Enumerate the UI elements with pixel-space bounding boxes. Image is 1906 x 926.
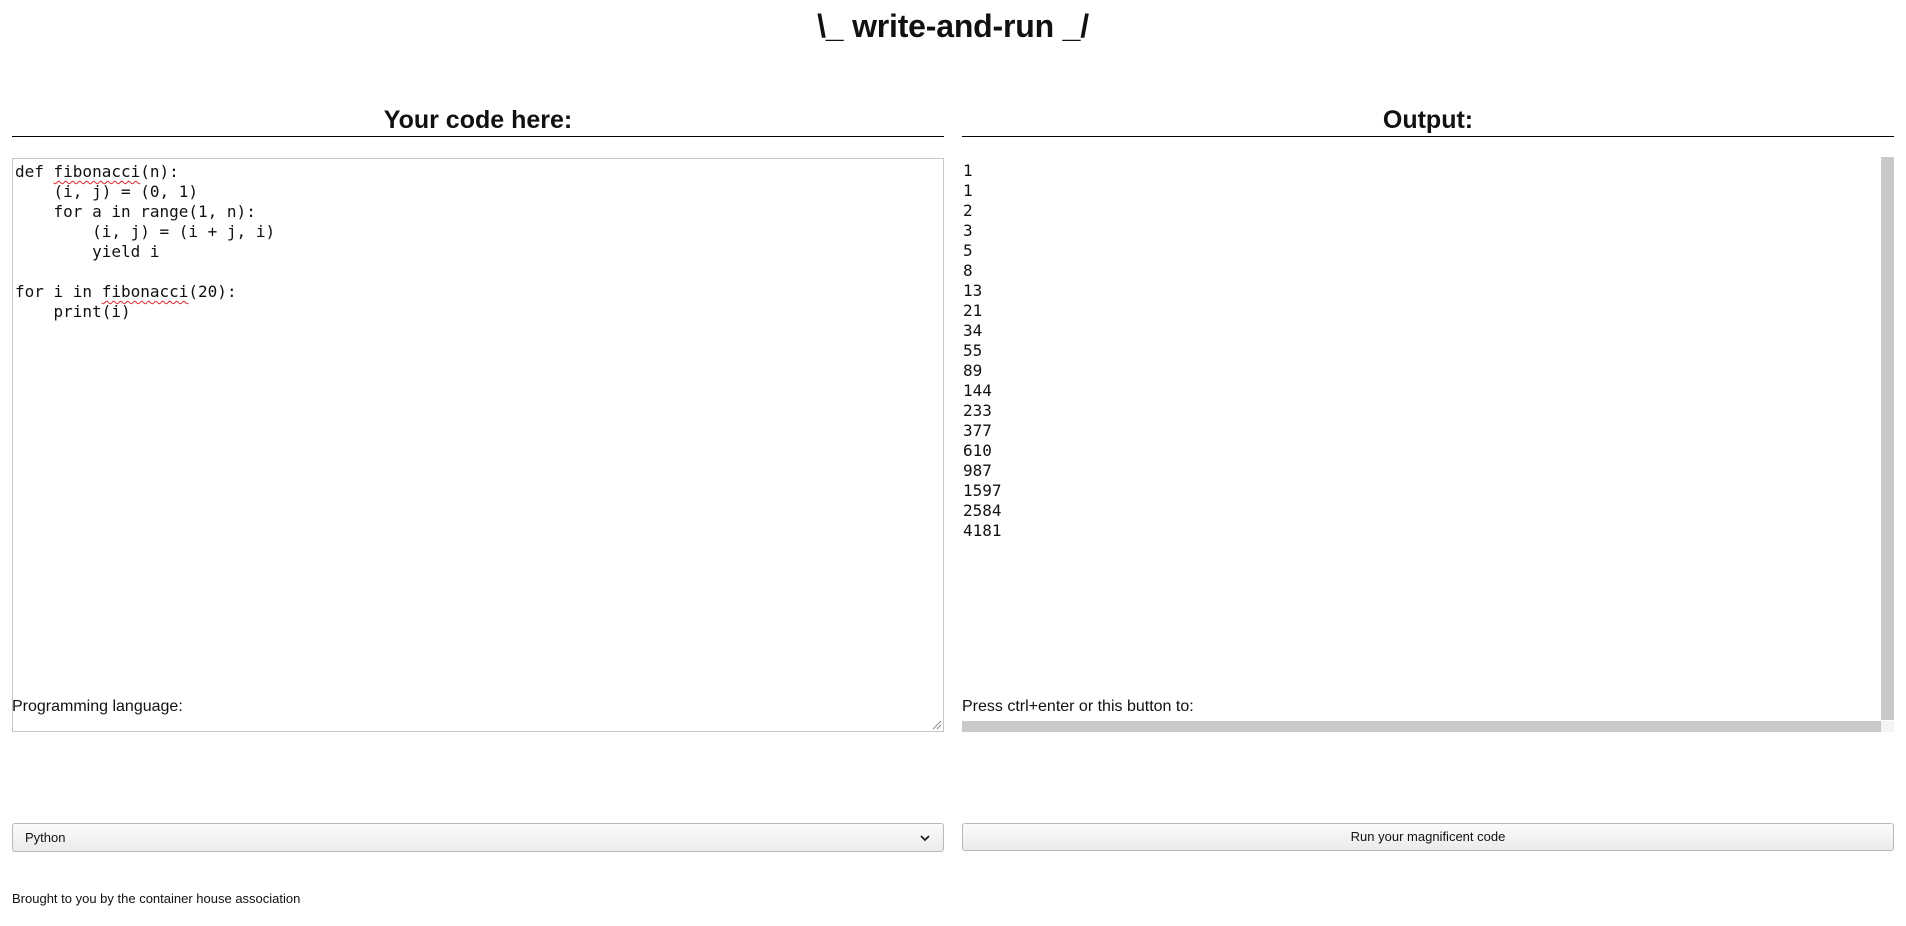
code-line: print(i) <box>15 302 941 322</box>
code-token: (20): <box>188 282 237 301</box>
code-column: Your code here: def fibonacci(n): (i, j)… <box>12 104 944 732</box>
code-token: (n): <box>140 162 179 181</box>
horizontal-scrollbar-thumb[interactable] <box>962 721 1881 732</box>
output-line: 5 <box>963 241 973 260</box>
output-line: 2584 <box>963 501 1002 520</box>
vertical-scrollbar-thumb[interactable] <box>1881 157 1894 720</box>
output-line: 3 <box>963 221 973 240</box>
output-line: 4181 <box>963 521 1002 540</box>
code-token: (i, j) = (i + j, i) <box>15 222 276 241</box>
output-line: 89 <box>963 361 983 380</box>
code-editor[interactable]: def fibonacci(n): (i, j) = (0, 1) for a … <box>12 158 944 732</box>
misspelled-token: fibonacci <box>53 162 141 181</box>
code-line: yield i <box>15 242 941 262</box>
output-line: 610 <box>963 441 992 460</box>
code-token: for i in <box>15 282 102 301</box>
vertical-scrollbar[interactable] <box>1881 157 1894 720</box>
site-title: \_ write-and-run _/ <box>817 8 1089 44</box>
output-line: 987 <box>963 461 992 480</box>
output-line: 13 <box>963 281 983 300</box>
output-line: 1 <box>963 181 973 200</box>
output-panel: 1 1 2 3 5 8 13 21 34 55 89 144 233 377 610 987 1597 2584 4… <box>962 157 1894 732</box>
code-line: def fibonacci(n): <box>15 162 941 182</box>
code-token: (i, j) = (0, 1) <box>15 182 199 201</box>
resize-grip-icon[interactable] <box>930 718 942 730</box>
code-token: yield i <box>15 242 160 261</box>
code-line: for i in fibonacci(20): <box>15 282 941 302</box>
run-button[interactable]: Run your magnificent code <box>962 823 1894 851</box>
output-line: 34 <box>963 321 983 340</box>
language-label: Programming language: <box>12 698 183 715</box>
output-line: 233 <box>963 401 992 420</box>
output-line: 144 <box>963 381 992 400</box>
code-line: (i, j) = (0, 1) <box>15 182 941 202</box>
language-select[interactable]: Python <box>12 823 944 852</box>
code-token: for a in range(1, n): <box>15 202 256 221</box>
horizontal-scrollbar[interactable] <box>962 721 1881 732</box>
run-hint-label: Press ctrl+enter or this button to: <box>962 698 1194 715</box>
output-line: 8 <box>963 261 973 280</box>
chevron-down-icon <box>920 835 930 842</box>
misspelled-token: fibonacci <box>101 282 189 301</box>
output-column: Output: 1 1 2 3 5 8 13 21 34 55 89 144 233 377 610 987 1… <box>962 104 1894 732</box>
code-token: def <box>15 162 54 181</box>
output-line: 21 <box>963 301 983 320</box>
output-line: 55 <box>963 341 983 360</box>
code-line: for a in range(1, n): <box>15 202 941 222</box>
output-list: 1 1 2 3 5 8 13 21 34 55 89 144 233 377 610 987 1597 2584 4… <box>962 157 1894 545</box>
code-text[interactable]: def fibonacci(n): (i, j) = (0, 1) for a … <box>13 159 943 325</box>
scrollbar-corner <box>1881 721 1894 732</box>
code-line: (i, j) = (i + j, i) <box>15 222 941 242</box>
output-line: 1 <box>963 161 973 180</box>
output-heading: Output: <box>962 104 1894 137</box>
output-line: 1597 <box>963 481 1002 500</box>
code-token: print(i) <box>15 302 131 321</box>
output-line: 377 <box>963 421 992 440</box>
code-heading: Your code here: <box>12 104 944 137</box>
output-line: 2 <box>963 201 973 220</box>
language-select-value: Python <box>25 830 66 845</box>
footer-credit: Brought to you by the container house as… <box>12 891 301 906</box>
